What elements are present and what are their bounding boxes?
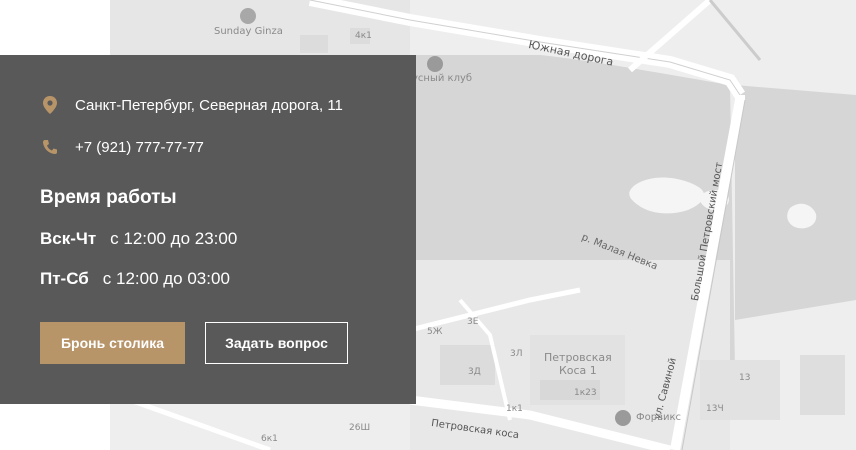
address-row: Санкт-Петербург, Северная дорога, 11 [40, 95, 343, 115]
map-label-forviks: Форвикс [636, 412, 682, 423]
map-label-6k1: 6к1 [261, 434, 278, 444]
map-label-petrovskaya-kosa: Петровская Коса 1 [544, 351, 612, 377]
map-label-13: 13 [739, 373, 751, 383]
map-label-4k1: 4к1 [355, 31, 372, 41]
phone-icon [40, 137, 60, 157]
map-label-3d: 3Д [468, 367, 481, 377]
map-label-club: усный клуб [412, 73, 473, 84]
hours-title: Время работы [40, 187, 177, 208]
hours-time: с 12:00 до 23:00 [110, 229, 238, 248]
map-label-3l: 3Л [510, 349, 523, 359]
phone-link[interactable]: +7 (921) 777-77-77 [75, 139, 204, 156]
hours-time: с 12:00 до 03:00 [102, 269, 230, 288]
hours-days: Вск-Чт [40, 229, 97, 248]
map-label-5zh: 5Ж [427, 327, 443, 337]
ask-question-button[interactable]: Задать вопрос [205, 322, 348, 364]
contact-panel: Санкт-Петербург, Северная дорога, 11 +7 … [0, 55, 416, 404]
map-label-3e: 3Е [467, 317, 479, 327]
location-pin-icon [40, 95, 60, 115]
map-label-petrovskaya-kosa-text: Петровская Коса 1 [544, 351, 612, 377]
map-label-13ch: 13Ч [706, 404, 724, 414]
club-icon[interactable] [427, 56, 443, 72]
map-label-sunday-ginza: Sunday Ginza [214, 26, 283, 37]
book-table-button[interactable]: Бронь столика [40, 322, 185, 364]
map-label-26sh: 26Ш [349, 423, 371, 433]
shop-icon[interactable] [615, 410, 631, 426]
address-text: Санкт-Петербург, Северная дорога, 11 [75, 96, 343, 114]
map-label-1k23: 1к23 [574, 388, 597, 398]
hours-days: Пт-Сб [40, 269, 89, 288]
phone-row: +7 (921) 777-77-77 [40, 137, 204, 157]
hours-row-weekdays: Вск-Чт с 12:00 до 23:00 [40, 229, 237, 249]
map-label-1k1: 1к1 [506, 404, 523, 414]
restaurant-icon[interactable] [240, 8, 256, 24]
hours-row-weekend: Пт-Сб с 12:00 до 03:00 [40, 269, 230, 289]
